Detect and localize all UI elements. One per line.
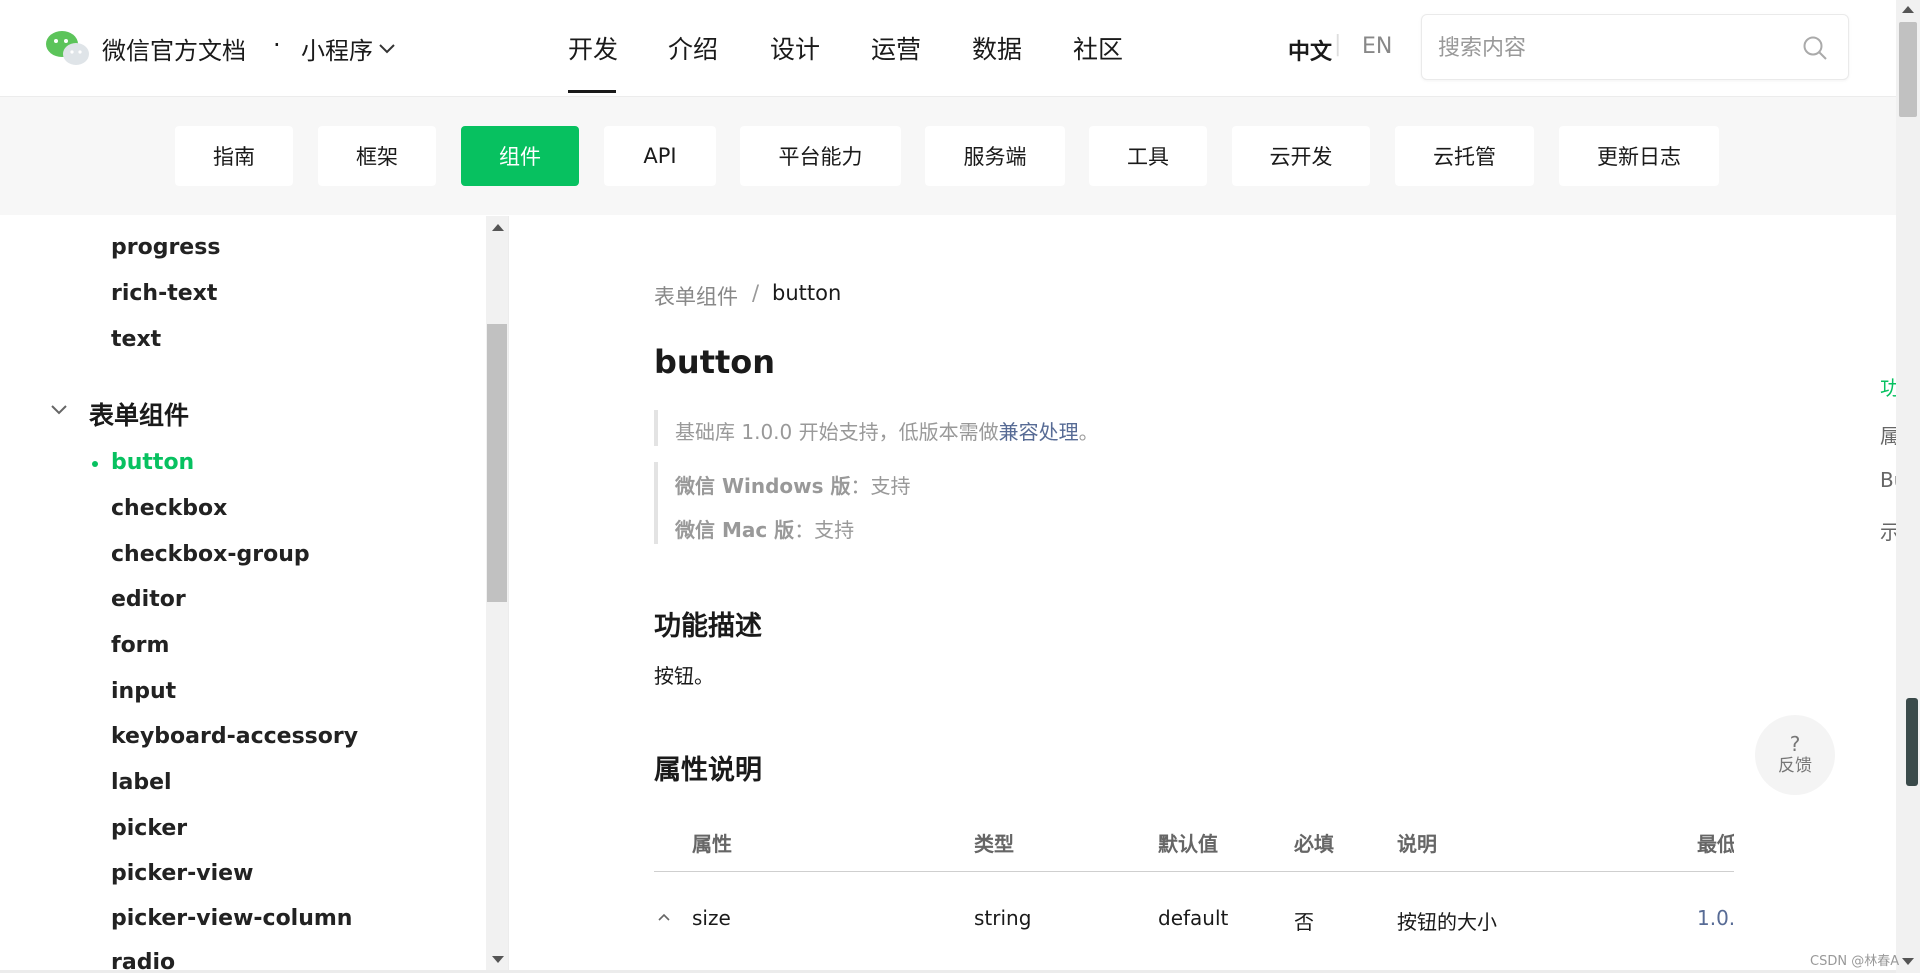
tab-cloud-dev[interactable]: 云开发: [1232, 126, 1370, 186]
platform-value: ：支持: [850, 474, 911, 498]
quote-bar: [654, 462, 658, 544]
table-header-required: 必填: [1294, 832, 1334, 856]
sidebar-item-progress[interactable]: progress: [111, 235, 220, 260]
chevron-up-icon[interactable]: [658, 913, 670, 921]
page-scrollbar-thumb[interactable]: [1899, 22, 1917, 117]
lang-zh[interactable]: 中文: [1288, 34, 1332, 66]
search-icon[interactable]: [1802, 35, 1828, 61]
sidebar-item-keyboard-accessory[interactable]: keyboard-accessory: [111, 724, 358, 749]
breadcrumb-separator: /: [752, 281, 760, 305]
breadcrumb-current: button: [772, 281, 842, 305]
table-header-desc: 说明: [1397, 832, 1437, 856]
brand-separator: ·: [273, 31, 281, 59]
brand-title[interactable]: 微信官方文档: [102, 31, 246, 66]
platform-value: ：支持: [794, 518, 855, 542]
scroll-up-arrow-icon[interactable]: [1902, 6, 1914, 13]
scroll-up-arrow-icon[interactable]: [492, 224, 504, 231]
watermark: CSDN @林春A: [1810, 954, 1900, 969]
platform-support-mac: 微信 Mac 版：支持: [675, 514, 854, 543]
page-title: button: [654, 343, 776, 381]
nav-data[interactable]: 数据: [972, 30, 1022, 66]
table-cell-desc: 按钮的大小: [1397, 910, 1497, 934]
lang-separator: |: [1334, 32, 1342, 57]
attributes-table: 属性 类型 默认值 必填 说明 最低版本 size string default…: [654, 820, 1734, 973]
table-header-type: 类型: [974, 832, 1014, 856]
section-heading-attributes: 属性说明: [654, 755, 762, 786]
tab-api[interactable]: API: [604, 126, 716, 186]
table-header-default: 默认值: [1158, 832, 1218, 856]
sidebar-divider: [508, 216, 509, 973]
tab-server[interactable]: 服务端: [925, 126, 1065, 186]
tab-framework[interactable]: 框架: [318, 126, 436, 186]
nav-operate[interactable]: 运营: [871, 30, 921, 66]
question-icon: ?: [1789, 732, 1801, 756]
support-note-text: 基础库 1.0.0 开始支持，低版本需做: [675, 420, 999, 444]
table-cell-type: string: [974, 906, 1032, 930]
side-widget-icon[interactable]: [1906, 698, 1918, 786]
chevron-down-icon[interactable]: [50, 404, 68, 416]
breadcrumb-parent[interactable]: 表单组件: [654, 281, 738, 311]
product-label: 小程序: [301, 37, 373, 65]
table-cell-default: default: [1158, 906, 1229, 930]
sidebar-item-text[interactable]: text: [111, 327, 161, 352]
lang-en[interactable]: EN: [1362, 34, 1392, 59]
sidebar-group-form[interactable]: 表单组件: [89, 396, 189, 432]
platform-support-windows: 微信 Windows 版：支持: [675, 470, 911, 499]
feedback-button[interactable]: ? 反馈: [1755, 715, 1835, 795]
feedback-label: 反馈: [1778, 756, 1812, 776]
page-scrollbar[interactable]: [1896, 0, 1920, 973]
platform-label: 微信 Windows 版: [675, 474, 851, 498]
sidebar: [0, 216, 486, 973]
chevron-down-icon: [379, 43, 395, 53]
sidebar-item-picker-view[interactable]: picker-view: [111, 861, 253, 886]
toc-item-bug-tip[interactable]: Bug & Tip: [1880, 468, 1896, 492]
search-input[interactable]: [1436, 15, 1800, 81]
nav-intro[interactable]: 介绍: [668, 30, 718, 66]
active-bullet-icon: [92, 461, 98, 467]
tab-platform[interactable]: 平台能力: [740, 126, 901, 186]
table-header-attr: 属性: [692, 832, 732, 856]
sidebar-item-editor[interactable]: editor: [111, 587, 186, 612]
tab-components[interactable]: 组件: [461, 126, 579, 186]
search-box[interactable]: [1421, 14, 1849, 81]
support-note-suffix: 。: [1078, 420, 1099, 444]
scroll-down-arrow-icon[interactable]: [1902, 958, 1914, 965]
table-header-version: 最低版本: [1697, 832, 1734, 856]
nav-develop[interactable]: 开发: [568, 30, 618, 66]
nav-active-indicator: [568, 90, 616, 93]
tab-guide[interactable]: 指南: [175, 126, 293, 186]
sidebar-item-picker[interactable]: picker: [111, 816, 187, 841]
section-heading-description: 功能描述: [654, 611, 762, 642]
nav-design[interactable]: 设计: [770, 30, 820, 66]
toc-item-description[interactable]: 功能描述: [1880, 372, 1896, 401]
toc-item-example[interactable]: 示例代码: [1880, 516, 1896, 545]
product-switcher[interactable]: 小程序: [301, 31, 395, 66]
tab-cloud-hosting[interactable]: 云托管: [1395, 126, 1534, 186]
support-note: 基础库 1.0.0 开始支持，低版本需做兼容处理。: [675, 416, 1099, 445]
sidebar-item-checkbox[interactable]: checkbox: [111, 496, 227, 521]
sidebar-item-picker-view-column[interactable]: picker-view-column: [111, 906, 352, 931]
sidebar-item-form[interactable]: form: [111, 633, 169, 658]
scroll-down-arrow-icon[interactable]: [492, 956, 504, 963]
sidebar-item-button[interactable]: button: [111, 450, 194, 475]
toc-item-attributes[interactable]: 属性说明: [1880, 420, 1896, 449]
tab-tools[interactable]: 工具: [1089, 126, 1207, 186]
table-cell-attr: size: [692, 906, 731, 930]
table-cell-required: 否: [1294, 910, 1314, 934]
compat-link[interactable]: 兼容处理: [999, 420, 1079, 444]
sidebar-item-label[interactable]: label: [111, 770, 172, 795]
section-description-text: 按钮。: [654, 664, 714, 688]
sidebar-item-checkbox-group[interactable]: checkbox-group: [111, 542, 310, 567]
wechat-logo-icon[interactable]: [44, 28, 92, 68]
tab-changelog[interactable]: 更新日志: [1559, 126, 1719, 186]
sidebar-item-input[interactable]: input: [111, 679, 176, 704]
table-divider: [654, 871, 1734, 872]
sidebar-scrollbar-thumb[interactable]: [487, 324, 507, 602]
nav-community[interactable]: 社区: [1073, 30, 1123, 66]
table-cell-version[interactable]: 1.0.0: [1697, 906, 1734, 930]
platform-label: 微信 Mac 版: [675, 518, 795, 542]
quote-bar: [654, 410, 658, 446]
sidebar-item-rich-text[interactable]: rich-text: [111, 281, 217, 306]
